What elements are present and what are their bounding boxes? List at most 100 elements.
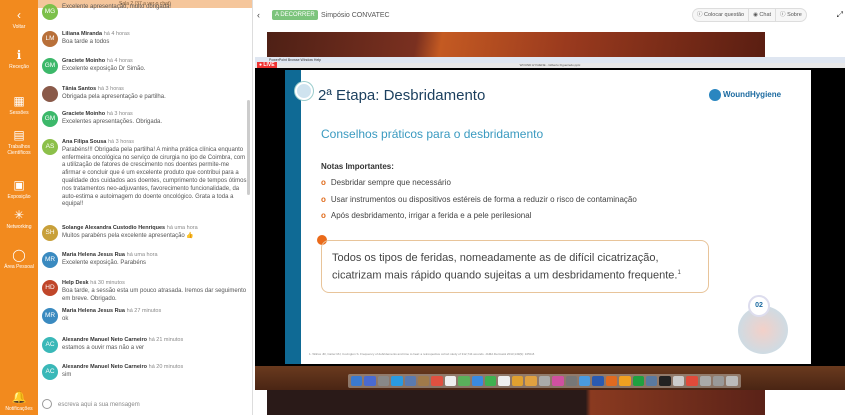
sidebar: ‹ Voltar ℹ Receção ▦ Sessões ▤ Trabalhos Cientí…	[0, 0, 38, 415]
ask-question-button[interactable]: ⓘ Colocar questão	[693, 9, 750, 21]
message-text: Muitos parabéns pela excelente apresenta…	[62, 232, 194, 239]
author-name: Alexandre Manuel Neto Carneiro	[62, 364, 147, 370]
dock-app-icon[interactable]	[605, 376, 618, 386]
avatar: MR	[42, 308, 58, 324]
chevron-left-icon[interactable]: ‹	[257, 10, 260, 20]
sidebar-item-label: Área Pessoal	[4, 264, 34, 270]
calendar-icon: ▦	[13, 94, 25, 108]
chat-message: AC Alexandre Manuel Neto Carneiro há 21 m…	[42, 337, 247, 353]
timestamp: há 3 horas	[97, 86, 124, 92]
wound-hygiene-logo: WoundHygiene	[709, 89, 781, 101]
timestamp: há 27 minutos	[126, 308, 162, 314]
bullet: o Usar instrumentos ou dispositivos estér…	[321, 195, 637, 204]
bell-icon: 🔔	[11, 390, 27, 404]
dock-app-icon[interactable]	[632, 376, 644, 386]
callout-box: Todos os tipos de feridas, nomeadamente …	[321, 240, 709, 293]
booth-icon: ▣	[13, 178, 25, 192]
sidebar-item-notificações[interactable]: 🔔 Notificações	[0, 390, 38, 412]
timestamp: há 21 minutos	[148, 337, 184, 343]
message-text: Excelente exposição Dr Simão.	[62, 65, 146, 72]
chat-message: SH Solange Alexandra Custodio Henriques h…	[42, 225, 247, 241]
dock-app-icon[interactable]	[699, 376, 711, 386]
session-title: Simpósio CONVATEC	[321, 12, 390, 19]
dock-app-icon[interactable]	[672, 376, 685, 386]
dock-app-icon[interactable]	[565, 376, 577, 386]
timestamp: há 3 horas	[108, 139, 134, 145]
dock-app-icon[interactable]	[592, 376, 604, 386]
session-view: ‹ A DECORRER Simpósio CONVATEC ⓘ Colocar…	[255, 0, 845, 415]
avatar: HD	[42, 280, 58, 296]
dock-app-icon[interactable]	[404, 376, 417, 386]
dock-app-icon[interactable]	[578, 376, 591, 386]
dock-app-icon[interactable]	[444, 376, 457, 386]
session-actions: ⓘ Colocar questão ◉ Chat ⓘ Sobre	[692, 8, 807, 22]
dock-app-icon[interactable]	[686, 376, 698, 386]
chat-input[interactable]: escreva aqui a sua mensagem	[42, 398, 140, 412]
avatar: MG	[42, 4, 58, 20]
message-text: Parabéns!!! Obrigada pela partilha! A mi…	[62, 146, 247, 208]
dock-app-icon[interactable]	[659, 376, 671, 386]
chat-button[interactable]: ◉ Chat	[749, 9, 777, 21]
dock-app-icon[interactable]	[391, 376, 403, 386]
avatar: GM	[42, 58, 58, 74]
dock-app-icon[interactable]	[525, 376, 537, 386]
chat-message: MG Excelente apresentação, muito obrigada…	[42, 4, 247, 20]
sidebar-item-área-pessoal[interactable]: ◯ Área Pessoal	[0, 248, 38, 270]
dock-app-icon[interactable]	[485, 376, 497, 386]
avatar: AC	[42, 337, 58, 353]
author-name: Graciete Moinho	[62, 111, 106, 117]
session-footer-banner	[267, 390, 765, 415]
bullet: o Desbridar sempre que necessário	[321, 178, 451, 187]
dock-app-icon[interactable]	[619, 376, 631, 386]
dock-app-icon[interactable]	[552, 376, 564, 386]
author-name: Help Desk	[62, 280, 89, 286]
video-stream[interactable]: 2ª Etapa: Desbridamento WoundHygiene Con…	[255, 68, 845, 366]
user-icon: ◯	[12, 248, 26, 262]
dock-app-icon[interactable]	[351, 376, 363, 386]
timestamp: há 20 minutos	[148, 364, 184, 370]
sidebar-item-receção[interactable]: ℹ Receção	[0, 48, 38, 70]
step-number: 02	[748, 295, 770, 317]
chat-scrollbar[interactable]	[247, 100, 250, 195]
author-name: Tânia Santos	[62, 86, 97, 92]
message-text: estamos a ouvir mas não a ver	[62, 344, 145, 351]
network-icon: ✳	[13, 208, 25, 222]
avatar: SH	[42, 225, 58, 241]
sidebar-item-sessões[interactable]: ▦ Sessões	[0, 94, 38, 116]
dock-app-icon[interactable]	[645, 376, 658, 386]
dock-app-icon[interactable]	[418, 376, 430, 386]
avatar: AC	[42, 364, 58, 380]
sidebar-item-label: Sessões	[9, 110, 29, 116]
sidebar-item-trabalhos-científicos[interactable]: ▤ Trabalhos Científicos	[0, 128, 38, 156]
slide-circle-decoration	[295, 82, 313, 100]
dock-app-icon[interactable]	[458, 376, 470, 386]
dock-app-icon[interactable]	[364, 376, 376, 386]
dock-app-icon[interactable]	[538, 376, 551, 386]
avatar: GM	[42, 111, 58, 127]
dock-app-icon[interactable]	[377, 376, 390, 386]
info-icon: ℹ	[16, 48, 22, 62]
emoji-icon[interactable]	[42, 399, 52, 410]
avatar: MR	[42, 252, 58, 268]
dock-app-icon[interactable]	[498, 376, 510, 386]
dock-app-icon[interactable]	[511, 376, 524, 386]
chat-message: GM Graciete Moinho há 3 horas Excelentes a…	[42, 111, 247, 127]
chat-message: LM Liliana Miranda há 4 horas Boa tarde a …	[42, 31, 247, 47]
dock-app-icon[interactable]	[712, 376, 725, 386]
avatar: LM	[42, 31, 58, 47]
chat-panel: Sala 2 (37 a ver o chat) MG Excelente apr…	[38, 0, 253, 415]
slide-subtitle: Conselhos práticos para o desbridamento	[321, 127, 544, 141]
message-text: ok	[62, 315, 69, 322]
dock-app-icon[interactable]	[431, 376, 443, 386]
sidebar-item-exposição[interactable]: ▣ Exposição	[0, 178, 38, 200]
sidebar-item-voltar[interactable]: ‹ Voltar	[0, 8, 38, 30]
about-button[interactable]: ⓘ Sobre	[776, 9, 806, 21]
chat-message: MR Maria Helena Jesus Rua há uma hora Exce…	[42, 252, 247, 268]
dock-app-icon[interactable]	[726, 376, 738, 386]
author-name: Alexandre Manuel Neto Carneiro	[62, 337, 147, 343]
chat-message: MR Maria Helena Jesus Rua há 27 minutos ok	[42, 308, 247, 324]
documents-icon: ▤	[13, 128, 25, 142]
dock-app-icon[interactable]	[471, 376, 484, 386]
sidebar-item-networking[interactable]: ✳ Networking	[0, 208, 38, 230]
expand-icon[interactable]: ⤢	[837, 10, 843, 20]
